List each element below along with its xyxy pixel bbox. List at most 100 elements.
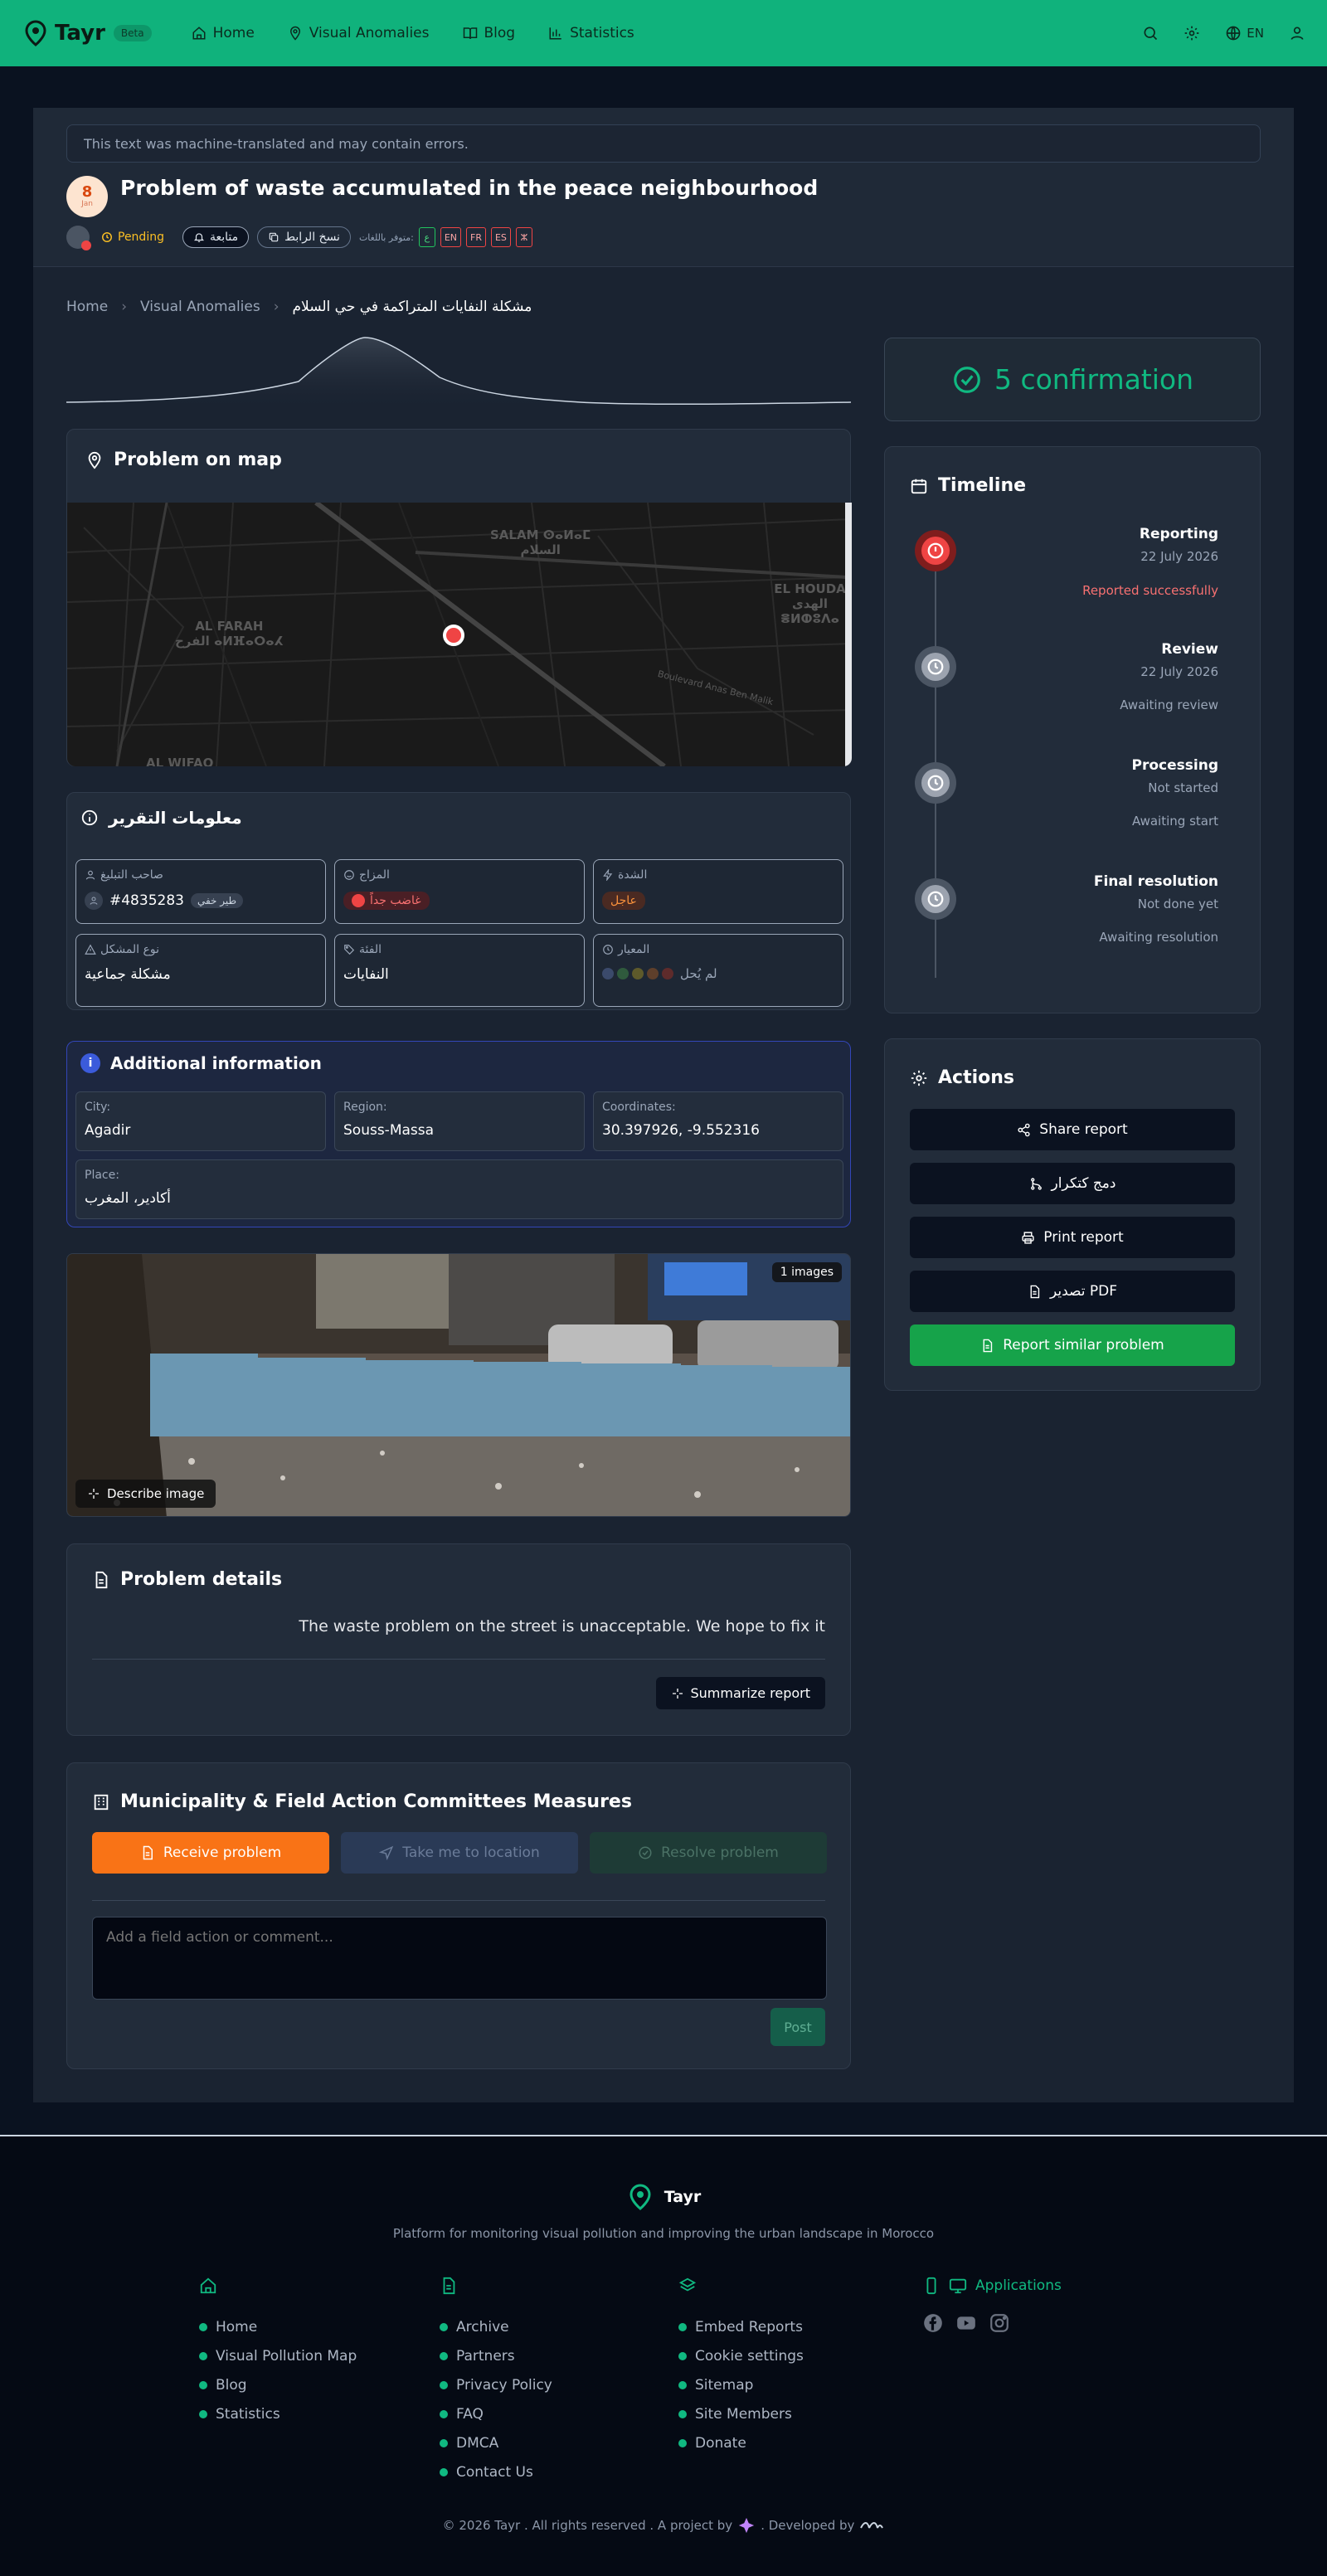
breadcrumb-section[interactable]: Visual Anomalies bbox=[140, 299, 260, 315]
problem-map[interactable]: SALAM ⵙⴰⵍⴰⵎ السلام AL FARAH الفرح ⴰⵍⴼⴰⵔⴰⵃ … bbox=[67, 503, 852, 766]
report-chips: Pending متابعة نسخ الرابط متوفر باللغات:… bbox=[66, 226, 532, 250]
severity-label-text: الشدة bbox=[618, 868, 648, 882]
rating-value-text: لم يُحل bbox=[680, 966, 717, 981]
share-report-button[interactable]: Share report bbox=[910, 1109, 1235, 1150]
map-pin-icon bbox=[289, 26, 300, 41]
problem-location-marker[interactable] bbox=[443, 625, 464, 646]
language-switcher[interactable]: EN bbox=[1225, 25, 1264, 41]
municipality-title-text: Municipality & Field Action Committees M… bbox=[120, 1791, 632, 1812]
language-fr[interactable]: FR bbox=[466, 227, 486, 247]
map-scrollbar[interactable] bbox=[845, 503, 852, 766]
gear-icon bbox=[911, 1070, 927, 1086]
owner-label: صاحب التبليغ bbox=[85, 868, 163, 882]
avatar[interactable] bbox=[66, 226, 91, 250]
city-value: Agadir bbox=[85, 1122, 131, 1139]
footer: Tayr Platform for monitoring visual poll… bbox=[0, 2136, 1327, 2576]
footer-link[interactable]: FAQ bbox=[440, 2399, 552, 2428]
lightning-icon bbox=[603, 869, 613, 881]
rating-label: المعيار bbox=[602, 943, 649, 956]
summarize-report-button[interactable]: Summarize report bbox=[655, 1677, 825, 1709]
search-icon[interactable] bbox=[1142, 25, 1159, 41]
municipality-card: Municipality & Field Action Committees M… bbox=[66, 1762, 851, 2069]
user-avatar-icon bbox=[85, 892, 103, 910]
nav-item-home[interactable]: Home bbox=[192, 25, 255, 41]
sparkle-icon bbox=[89, 1489, 99, 1499]
resolve-problem-button[interactable]: Resolve problem bbox=[590, 1832, 827, 1874]
timeline-step-status: Reported successfully bbox=[1082, 583, 1218, 598]
footer-link[interactable]: Donate bbox=[678, 2428, 804, 2457]
date-month: Jan bbox=[81, 200, 93, 208]
divider bbox=[92, 1659, 825, 1660]
user-icon[interactable] bbox=[1289, 25, 1305, 41]
nav-item-label: Home bbox=[212, 25, 255, 41]
describe-image-button[interactable]: Describe image bbox=[75, 1480, 216, 1508]
sparkle-icon bbox=[672, 1688, 683, 1699]
footer-link[interactable]: Statistics bbox=[199, 2399, 357, 2428]
footer-link[interactable]: Contact Us bbox=[440, 2457, 552, 2486]
footer-link[interactable]: Blog bbox=[199, 2370, 357, 2399]
footer-link[interactable]: Embed Reports bbox=[678, 2312, 804, 2341]
type-label: نوع المشكل bbox=[85, 943, 159, 956]
region-field: Region: Souss-Massa bbox=[334, 1091, 585, 1151]
brand-logo[interactable]: Tayr Beta bbox=[22, 19, 152, 47]
export-pdf-button[interactable]: تصدير PDF bbox=[910, 1271, 1235, 1312]
footer-link[interactable]: Archive bbox=[440, 2312, 552, 2341]
info-icon: i bbox=[80, 1053, 100, 1073]
instagram-icon[interactable] bbox=[989, 2312, 1010, 2334]
copy-link-button[interactable]: نسخ الرابط bbox=[257, 226, 351, 248]
footer-link[interactable]: Partners bbox=[440, 2341, 552, 2370]
footer-link[interactable]: Cookie settings bbox=[678, 2341, 804, 2370]
follow-button[interactable]: متابعة bbox=[182, 226, 250, 248]
merge-duplicate-button[interactable]: دمج كتكرار bbox=[910, 1163, 1235, 1204]
report-similar-problem-label: Report similar problem bbox=[1003, 1337, 1164, 1354]
problem-details-title-text: Problem details bbox=[120, 1569, 283, 1590]
breadcrumb-home[interactable]: Home bbox=[66, 299, 108, 315]
comment-input[interactable] bbox=[92, 1917, 827, 2000]
youtube-icon[interactable] bbox=[955, 2312, 977, 2334]
copy-link-label: نسخ الرابط bbox=[284, 231, 340, 244]
facebook-icon[interactable] bbox=[922, 2312, 944, 2334]
footer-link[interactable]: Site Members bbox=[678, 2399, 804, 2428]
rating-dot bbox=[632, 968, 644, 979]
footer-link[interactable]: Visual Pollution Map bbox=[199, 2341, 357, 2370]
rating-field: المعيار لم يُحل bbox=[593, 934, 843, 1007]
nav-item-blog[interactable]: Blog bbox=[463, 25, 515, 41]
footer-link[interactable]: Home bbox=[199, 2312, 357, 2341]
merge-duplicate-label: دمج كتكرار bbox=[1051, 1175, 1116, 1192]
additional-info-title-text: Additional information bbox=[110, 1053, 322, 1073]
footer-link[interactable]: DMCA bbox=[440, 2428, 552, 2457]
developer-logo-icon[interactable] bbox=[859, 2520, 884, 2531]
printer-icon bbox=[1022, 1231, 1034, 1244]
post-button[interactable]: Post bbox=[770, 2008, 825, 2046]
copyright-text: © 2026 Tayr . All rights reserved . A pr… bbox=[442, 2518, 733, 2533]
status-badge: Pending bbox=[98, 227, 174, 247]
footer-link[interactable]: Privacy Policy bbox=[440, 2370, 552, 2399]
document-icon bbox=[440, 2276, 552, 2296]
language-ar[interactable]: ع bbox=[418, 227, 435, 247]
coordinates-value: 30.397926, -9.552316 bbox=[602, 1122, 760, 1139]
footer-link[interactable]: Sitemap bbox=[678, 2370, 804, 2399]
gear-icon[interactable] bbox=[1184, 25, 1200, 41]
nav-item-statistics[interactable]: Statistics bbox=[548, 25, 634, 41]
print-report-button[interactable]: Print report bbox=[910, 1217, 1235, 1258]
take-me-to-location-button[interactable]: Take me to location bbox=[341, 1832, 578, 1874]
applications-label: Applications bbox=[975, 2277, 1062, 2294]
nav-item-label: Visual Anomalies bbox=[309, 25, 430, 41]
info-icon bbox=[81, 809, 98, 826]
mood-label: المزاج bbox=[343, 868, 390, 882]
mood-badge: غاضب جداً bbox=[343, 892, 430, 910]
receive-problem-button[interactable]: Receive problem bbox=[92, 1832, 329, 1874]
language-es[interactable]: ES bbox=[490, 227, 511, 247]
project-logo-icon[interactable] bbox=[737, 2516, 756, 2535]
nav-item-visual-anomalies[interactable]: Visual Anomalies bbox=[288, 25, 430, 41]
mood-label-text: المزاج bbox=[359, 868, 390, 882]
navigation-arrow-icon bbox=[379, 1845, 394, 1860]
clock-icon bbox=[102, 232, 112, 242]
footer-brand[interactable]: Tayr bbox=[0, 2183, 1327, 2211]
report-similar-problem-button[interactable]: Report similar problem bbox=[910, 1324, 1235, 1366]
clock-icon bbox=[603, 945, 613, 955]
language-zgh[interactable]: ⵣ bbox=[515, 227, 532, 247]
map-card-title: Problem on map bbox=[85, 450, 282, 470]
report-photo[interactable]: 1 images Describe image bbox=[66, 1253, 851, 1517]
language-en[interactable]: EN bbox=[440, 227, 461, 247]
